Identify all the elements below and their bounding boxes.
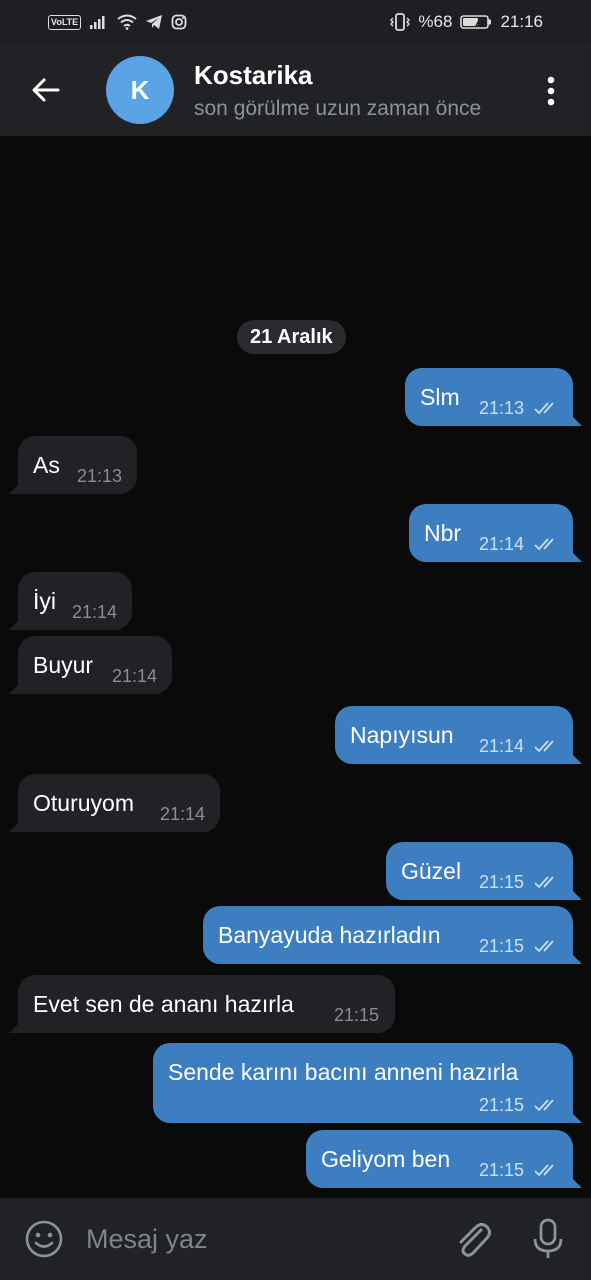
contact-name[interactable]: Kostarika xyxy=(194,60,313,91)
message-time: 21:15 xyxy=(334,1005,380,1025)
vibrate-icon xyxy=(390,13,411,31)
double-check-icon xyxy=(534,940,554,953)
message-text: İyi xyxy=(33,588,56,614)
message-list[interactable]: 21 Aralık Slm 21:13 As 21:13 Nbr 21:14 İ… xyxy=(0,136,591,1198)
message-text: As xyxy=(33,452,60,478)
message-outgoing[interactable]: Geliyom ben 21:15 xyxy=(306,1130,573,1188)
telegram-icon xyxy=(146,15,163,29)
message-time: 21:14 xyxy=(112,666,158,686)
message-text: Güzel xyxy=(401,858,462,884)
double-check-icon xyxy=(534,402,554,415)
double-check-icon xyxy=(534,538,554,551)
message-incoming[interactable]: Evet sen de ananı hazırla 21:15 xyxy=(18,975,395,1033)
message-text: Slm xyxy=(420,384,460,410)
message-time: 21:15 xyxy=(479,936,525,956)
message-text: Buyur xyxy=(33,652,94,678)
status-left: VoLTE xyxy=(48,14,187,30)
battery-percent: %68 xyxy=(418,12,453,31)
message-text: Napıyısun xyxy=(350,722,454,748)
last-seen-status: son görülme uzun zaman önce xyxy=(194,97,482,120)
double-check-icon xyxy=(534,1164,554,1177)
message-outgoing[interactable]: Napıyısun 21:14 xyxy=(335,706,573,764)
instagram-icon xyxy=(171,14,187,30)
message-incoming[interactable]: As 21:13 xyxy=(18,436,137,494)
more-vert-icon[interactable] xyxy=(536,74,566,108)
status-bar: VoLTE %68 21:16 xyxy=(0,0,591,44)
message-text: Evet sen de ananı hazırla xyxy=(33,991,294,1017)
volte-badge: VoLTE xyxy=(48,14,82,30)
clock: 21:16 xyxy=(500,12,543,31)
double-check-icon xyxy=(534,740,554,753)
message-text: Oturuyom xyxy=(33,790,134,816)
message-incoming[interactable]: Buyur 21:14 xyxy=(18,636,172,694)
message-time: 21:14 xyxy=(479,736,525,756)
message-outgoing[interactable]: Güzel 21:15 xyxy=(386,842,573,900)
chat-header: K Kostarika son görülme uzun zaman önce xyxy=(0,44,591,136)
message-text: Geliyom ben xyxy=(321,1146,451,1172)
message-incoming[interactable]: İyi 21:14 xyxy=(18,572,132,630)
date-chip: 21 Aralık xyxy=(237,320,346,354)
message-time: 21:14 xyxy=(160,804,206,824)
emoji-icon[interactable] xyxy=(24,1219,64,1259)
message-outgoing[interactable]: Nbr 21:14 xyxy=(409,504,573,562)
message-outgoing[interactable]: Banyayuda hazırladın 21:15 xyxy=(203,906,573,964)
message-text: Sende karını bacını anneni hazırla xyxy=(168,1059,519,1085)
message-outgoing[interactable]: Sende karını bacını anneni hazırla 21:15 xyxy=(153,1043,573,1123)
back-arrow-icon[interactable] xyxy=(28,72,64,108)
message-time: 21:13 xyxy=(77,466,123,486)
double-check-icon xyxy=(534,876,554,889)
message-time: 21:13 xyxy=(479,398,525,418)
battery-icon xyxy=(460,15,492,29)
message-composer: Mesaj yaz xyxy=(0,1198,591,1280)
message-text: Nbr xyxy=(424,520,462,546)
wifi-icon xyxy=(117,14,137,30)
message-outgoing[interactable]: Slm 21:13 xyxy=(405,368,573,426)
message-time: 21:15 xyxy=(479,1095,525,1115)
attach-icon[interactable] xyxy=(453,1218,493,1260)
message-time: 21:15 xyxy=(479,872,525,892)
mic-icon[interactable] xyxy=(531,1217,565,1261)
message-time: 21:14 xyxy=(72,602,118,622)
double-check-icon xyxy=(534,1099,554,1112)
status-right: %68 21:16 xyxy=(390,12,543,32)
message-input[interactable]: Mesaj yaz xyxy=(86,1224,208,1255)
signal-icon xyxy=(90,16,105,29)
avatar[interactable]: K xyxy=(106,56,174,124)
message-incoming[interactable]: Oturuyom 21:14 xyxy=(18,774,220,832)
message-time: 21:14 xyxy=(479,534,525,554)
message-text: Banyayuda hazırladın xyxy=(218,922,441,948)
message-time: 21:15 xyxy=(479,1160,525,1180)
